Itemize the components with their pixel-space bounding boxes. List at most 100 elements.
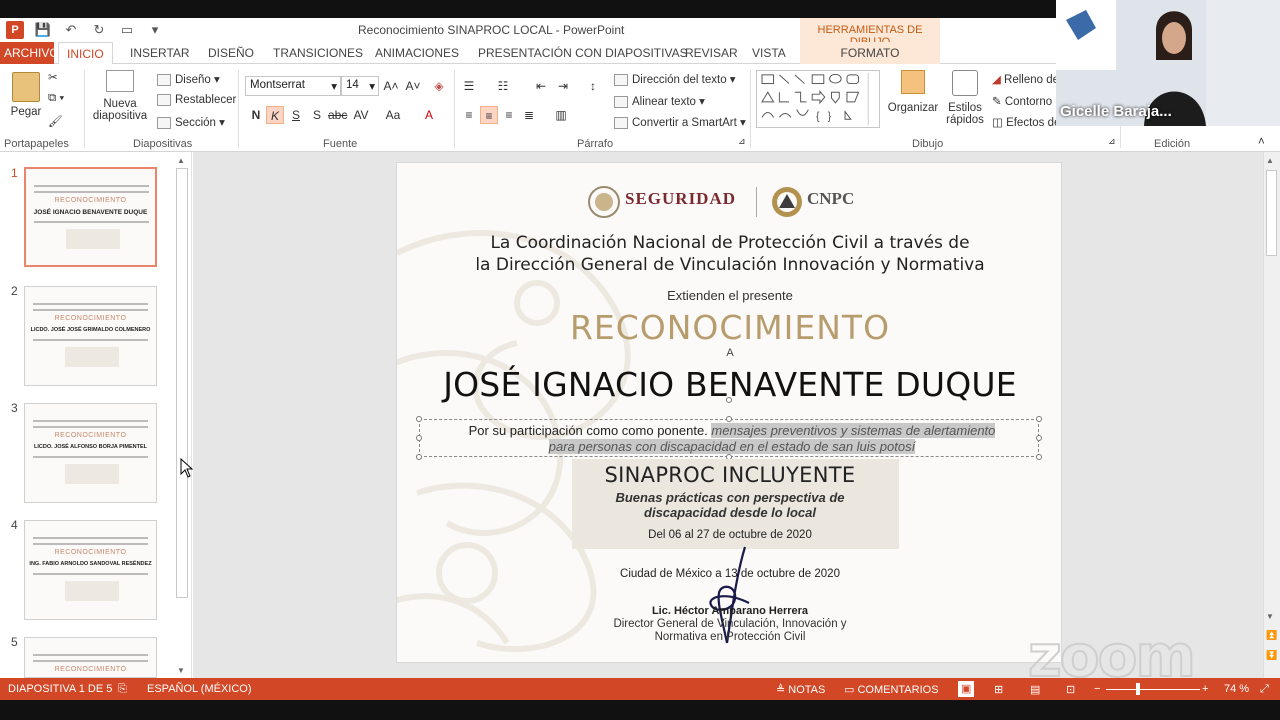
shrink-font-icon[interactable]: A˅ (404, 77, 422, 95)
align-right-icon[interactable]: ≡ (500, 106, 518, 124)
shapes-gallery[interactable]: { } (756, 70, 880, 128)
line-spacing-icon[interactable]: ↕ (584, 77, 602, 95)
font-name-select[interactable]: Montserrat ▾ (245, 76, 341, 96)
cut-icon[interactable]: ✂ (48, 70, 58, 84)
scroll-up-icon[interactable]: ▲ (1266, 156, 1274, 165)
resize-handle[interactable] (416, 454, 422, 460)
shape-fill-button[interactable]: ◢ Relleno de (992, 72, 1059, 86)
text-direction-button[interactable]: Dirección del texto ▾ (614, 72, 736, 86)
thumbnail-scrollbar[interactable] (176, 168, 188, 598)
group-label-portapapeles: Portapapeles (4, 138, 69, 150)
zoom-level[interactable]: 74 % (1224, 683, 1249, 695)
strikethrough-icon[interactable]: abc (328, 106, 347, 124)
tab-inicio[interactable]: INICIO (58, 42, 113, 65)
organize-button[interactable]: Organizar (886, 70, 940, 114)
bold-icon[interactable]: N (247, 106, 265, 124)
slide-1[interactable]: SEGURIDAD CNPC La Coordinación Nacional … (396, 162, 1062, 663)
resize-handle[interactable] (1036, 454, 1042, 460)
section-button[interactable]: Sección ▾ (157, 115, 225, 129)
tab-diseno[interactable]: DISEÑO (208, 42, 254, 64)
clear-format-icon[interactable]: ◈ (430, 77, 448, 95)
new-slide-button[interactable]: Nueva diapositiva (88, 70, 152, 122)
participation-text[interactable]: Por su participación como como ponente. … (432, 423, 1032, 455)
zoom-slider-track[interactable] (1106, 689, 1200, 690)
presentation-start-icon[interactable]: ▭ (118, 21, 136, 39)
undo-icon[interactable]: ↶ (62, 21, 80, 39)
dialog-launcher-icon[interactable]: ⊿ (1108, 136, 1116, 147)
organize-icon (901, 70, 925, 94)
layout-button[interactable]: Diseño ▾ (157, 72, 220, 86)
collapse-ribbon-icon[interactable]: ˄ (1258, 136, 1265, 148)
scroll-up-icon[interactable]: ▲ (177, 156, 185, 165)
rotate-handle[interactable] (726, 397, 732, 403)
tab-animaciones[interactable]: ANIMACIONES (375, 42, 459, 64)
reading-view-icon[interactable]: ▤ (1030, 683, 1040, 696)
tab-vista[interactable]: VISTA (752, 42, 786, 64)
font-color-icon[interactable]: A (420, 106, 438, 124)
align-text-button[interactable]: Alinear texto ▾ (614, 94, 705, 108)
increase-indent-icon[interactable]: ⇥ (554, 77, 572, 95)
slide-thumbnail-2[interactable]: RECONOCIMIENTO LICDO. JOSÉ JOSÉ GRIMALDO… (24, 286, 157, 386)
slide-thumbnail-3[interactable]: RECONOCIMIENTO LICDO. JOSÉ ALFONSO BORJA… (24, 403, 157, 503)
zoom-out-icon[interactable]: − (1094, 683, 1100, 695)
slide-sorter-icon[interactable]: ⊞ (994, 683, 1003, 696)
grow-font-icon[interactable]: A˄ (382, 77, 400, 95)
format-painter-icon[interactable]: 🖌 (48, 114, 63, 128)
slide-thumbnail-5[interactable]: RECONOCIMIENTO (24, 637, 157, 678)
change-case-icon[interactable]: Aa (384, 106, 402, 124)
shape-effects-button[interactable]: ◫ Efectos de (992, 115, 1060, 129)
language-indicator[interactable]: ESPAÑOL (MÉXICO) (147, 683, 252, 695)
spelling-icon[interactable]: ⎘ (118, 683, 127, 696)
justify-icon[interactable]: ≣ (520, 106, 538, 124)
zoom-in-icon[interactable]: + (1202, 683, 1208, 695)
bullets-icon[interactable]: ☰ (460, 77, 478, 95)
resize-handle[interactable] (416, 416, 422, 422)
tab-archivo[interactable]: ARCHIVO (0, 42, 59, 64)
normal-view-icon[interactable]: ▣ (958, 681, 975, 697)
tab-revisar[interactable]: REVISAR (685, 42, 738, 64)
resize-handle[interactable] (1036, 435, 1042, 441)
redo-icon[interactable]: ↻ (90, 21, 108, 39)
previous-slide-icon[interactable]: ⏫ (1266, 630, 1277, 641)
chevron-down-icon: ▾ (369, 81, 375, 93)
customize-qat-icon[interactable]: ▾ (146, 21, 164, 39)
tab-presentacion[interactable]: PRESENTACIÓN CON DIAPOSITIVAS (478, 42, 688, 64)
tab-insertar[interactable]: INSERTAR (130, 42, 190, 64)
slide-thumbnail-4[interactable]: RECONOCIMIENTO ING. FABIO ARNOLDO SANDOV… (24, 520, 157, 620)
quick-styles-button[interactable]: Estilos rápidos (940, 70, 990, 126)
resize-handle[interactable] (726, 416, 732, 422)
tab-formato[interactable]: FORMATO (800, 42, 940, 64)
resize-handle[interactable] (416, 435, 422, 441)
pen-icon: ✎ (992, 96, 1005, 108)
scroll-down-icon[interactable]: ▼ (1266, 612, 1274, 621)
columns-icon[interactable]: ▥ (552, 106, 570, 124)
copy-icon[interactable]: ⧉ ▾ (48, 92, 64, 105)
italic-icon[interactable]: K (266, 106, 284, 124)
paste-button[interactable]: Pegar (8, 72, 44, 118)
group-label-edicion: Edición (1154, 138, 1191, 150)
scroll-down-icon[interactable]: ▼ (177, 666, 185, 675)
font-size-select[interactable]: 14 ▾ (341, 76, 379, 96)
reset-button[interactable]: Restablecer (157, 94, 236, 106)
editor-scrollbar-thumb[interactable] (1266, 170, 1277, 256)
slide-thumbnail-1[interactable]: RECONOCIMIENTO JOSÉ IGNACIO BENAVENTE DU… (24, 167, 157, 267)
smartart-button[interactable]: Convertir a SmartArt ▾ (614, 115, 746, 129)
notes-button[interactable]: ≜ NOTAS (776, 683, 825, 696)
fit-slide-icon[interactable]: ⤢ (1260, 683, 1269, 696)
next-slide-icon[interactable]: ⏬ (1266, 650, 1277, 661)
numbering-icon[interactable]: ☷ (494, 77, 512, 95)
spacing-icon[interactable]: AV (352, 106, 370, 124)
tab-transiciones[interactable]: TRANSICIONES (273, 42, 363, 64)
shape-outline-button[interactable]: ✎ Contorno (992, 94, 1052, 108)
dialog-launcher-icon[interactable]: ⊿ (738, 136, 746, 147)
resize-handle[interactable] (1036, 416, 1042, 422)
decrease-indent-icon[interactable]: ⇤ (532, 77, 550, 95)
underline-icon[interactable]: S (287, 106, 305, 124)
shadow-icon[interactable]: S (308, 106, 326, 124)
align-center-icon[interactable]: ≡ (480, 106, 498, 124)
save-icon[interactable]: 💾 (34, 21, 52, 39)
zoom-slider-thumb[interactable] (1136, 683, 1140, 695)
comments-button[interactable]: ▭ COMENTARIOS (844, 683, 939, 696)
slideshow-icon[interactable]: ⊡ (1066, 683, 1075, 696)
align-left-icon[interactable]: ≡ (460, 106, 478, 124)
